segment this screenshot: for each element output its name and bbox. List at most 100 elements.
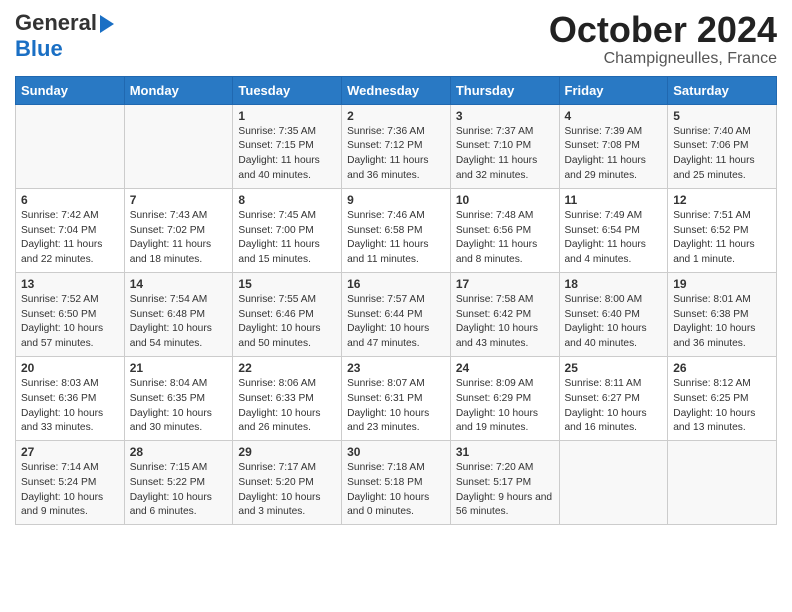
calendar-cell: 13Sunrise: 7:52 AM Sunset: 6:50 PM Dayli… (16, 272, 125, 356)
day-number: 19 (673, 277, 771, 291)
location-text: Champigneulles, France (549, 50, 777, 68)
day-number: 22 (238, 361, 336, 375)
day-number: 13 (21, 277, 119, 291)
day-of-week-header: Wednesday (342, 76, 451, 104)
day-number: 17 (456, 277, 554, 291)
calendar-week-row: 20 Sunrise: 8:03 AM Sunset: 6:36 PM Dayli… (16, 356, 777, 440)
cell-content: Sunrise: 7:58 AM Sunset: 6:42 PM Dayligh… (456, 293, 554, 352)
day-of-week-header: Thursday (450, 76, 559, 104)
cell-content: Sunrise: 7:54 AM Sunset: 6:48 PM Dayligh… (130, 293, 228, 352)
day-number: 29 (238, 445, 336, 459)
day-number: 5 (673, 109, 771, 123)
day-number: 30 (347, 445, 445, 459)
calendar-cell: 14 Sunrise: 7:54 AM Sunset: 6:48 PM Dayli… (124, 272, 233, 356)
cell-content: Sunrise: 7:39 AM Sunset: 7:08 PM Dayligh… (565, 125, 663, 184)
cell-content: Sunrise: 7:37 AM Sunset: 7:10 PM Dayligh… (456, 125, 554, 184)
day-of-week-header: Tuesday (233, 76, 342, 104)
calendar-title-block: October 2024 Champigneulles, France (549, 10, 777, 68)
calendar-cell: 1 Sunrise: 7:35 AM Sunset: 7:15 PM Daylig… (233, 104, 342, 188)
cell-content: Sunrise: 7:17 AM Sunset: 5:20 PM Dayligh… (238, 461, 336, 520)
cell-content: Sunrise: 8:07 AM Sunset: 6:31 PM Dayligh… (347, 377, 445, 436)
logo: General Blue (15, 10, 114, 62)
day-number: 7 (130, 193, 228, 207)
cell-content: Sunrise: 7:15 AM Sunset: 5:22 PM Dayligh… (130, 461, 228, 520)
day-number: 18 (565, 277, 663, 291)
day-number: 16 (347, 277, 445, 291)
cell-content: Sunrise: 7:36 AM Sunset: 7:12 PM Dayligh… (347, 125, 445, 184)
calendar-cell: 3 Sunrise: 7:37 AM Sunset: 7:10 PM Daylig… (450, 104, 559, 188)
calendar-week-row: 6 Sunrise: 7:42 AM Sunset: 7:04 PM Daylig… (16, 188, 777, 272)
calendar-cell: 26 Sunrise: 8:12 AM Sunset: 6:25 PM Dayli… (668, 356, 777, 440)
calendar-week-row: 1 Sunrise: 7:35 AM Sunset: 7:15 PM Daylig… (16, 104, 777, 188)
day-of-week-header: Monday (124, 76, 233, 104)
calendar-cell: 25 Sunrise: 8:11 AM Sunset: 6:27 PM Dayli… (559, 356, 668, 440)
day-number: 8 (238, 193, 336, 207)
calendar-cell (124, 104, 233, 188)
day-number: 24 (456, 361, 554, 375)
day-of-week-header: Sunday (16, 76, 125, 104)
cell-content: Sunrise: 8:03 AM Sunset: 6:36 PM Dayligh… (21, 377, 119, 436)
day-number: 6 (21, 193, 119, 207)
day-number: 26 (673, 361, 771, 375)
day-number: 2 (347, 109, 445, 123)
calendar-week-row: 27Sunrise: 7:14 AM Sunset: 5:24 PM Dayli… (16, 441, 777, 525)
logo-arrow-icon (100, 15, 114, 33)
calendar-cell: 31 Sunrise: 7:20 AM Sunset: 5:17 PM Dayli… (450, 441, 559, 525)
calendar-cell: 2 Sunrise: 7:36 AM Sunset: 7:12 PM Daylig… (342, 104, 451, 188)
calendar-cell: 24Sunrise: 8:09 AM Sunset: 6:29 PM Dayli… (450, 356, 559, 440)
calendar-cell: 17 Sunrise: 7:58 AM Sunset: 6:42 PM Dayli… (450, 272, 559, 356)
calendar-cell: 7 Sunrise: 7:43 AM Sunset: 7:02 PM Daylig… (124, 188, 233, 272)
calendar-week-row: 13Sunrise: 7:52 AM Sunset: 6:50 PM Dayli… (16, 272, 777, 356)
day-number: 31 (456, 445, 554, 459)
cell-content: Sunrise: 7:45 AM Sunset: 7:00 PM Dayligh… (238, 209, 336, 268)
calendar-cell: 11 Sunrise: 7:49 AM Sunset: 6:54 PM Dayli… (559, 188, 668, 272)
day-number: 10 (456, 193, 554, 207)
day-number: 1 (238, 109, 336, 123)
day-number: 9 (347, 193, 445, 207)
cell-content: Sunrise: 7:43 AM Sunset: 7:02 PM Dayligh… (130, 209, 228, 268)
cell-content: Sunrise: 8:00 AM Sunset: 6:40 PM Dayligh… (565, 293, 663, 352)
calendar-cell: 19 Sunrise: 8:01 AM Sunset: 6:38 PM Dayli… (668, 272, 777, 356)
calendar-cell: 27Sunrise: 7:14 AM Sunset: 5:24 PM Dayli… (16, 441, 125, 525)
logo-general-text: General (15, 10, 97, 36)
calendar-cell: 5 Sunrise: 7:40 AM Sunset: 7:06 PM Daylig… (668, 104, 777, 188)
calendar-cell: 6 Sunrise: 7:42 AM Sunset: 7:04 PM Daylig… (16, 188, 125, 272)
day-number: 14 (130, 277, 228, 291)
calendar-header-row: SundayMondayTuesdayWednesdayThursdayFrid… (16, 76, 777, 104)
calendar-cell (668, 441, 777, 525)
calendar-cell: 10 Sunrise: 7:48 AM Sunset: 6:56 PM Dayli… (450, 188, 559, 272)
calendar-cell: 29 Sunrise: 7:17 AM Sunset: 5:20 PM Dayli… (233, 441, 342, 525)
cell-content: Sunrise: 7:35 AM Sunset: 7:15 PM Dayligh… (238, 125, 336, 184)
calendar-cell: 16 Sunrise: 7:57 AM Sunset: 6:44 PM Dayli… (342, 272, 451, 356)
cell-content: Sunrise: 7:18 AM Sunset: 5:18 PM Dayligh… (347, 461, 445, 520)
day-number: 3 (456, 109, 554, 123)
calendar-cell: 20 Sunrise: 8:03 AM Sunset: 6:36 PM Dayli… (16, 356, 125, 440)
cell-content: Sunrise: 8:06 AM Sunset: 6:33 PM Dayligh… (238, 377, 336, 436)
cell-content: Sunrise: 7:48 AM Sunset: 6:56 PM Dayligh… (456, 209, 554, 268)
calendar-cell: 28Sunrise: 7:15 AM Sunset: 5:22 PM Dayli… (124, 441, 233, 525)
calendar-cell (16, 104, 125, 188)
cell-content: Sunrise: 8:11 AM Sunset: 6:27 PM Dayligh… (565, 377, 663, 436)
day-number: 25 (565, 361, 663, 375)
day-number: 12 (673, 193, 771, 207)
day-of-week-header: Friday (559, 76, 668, 104)
month-title: October 2024 (549, 10, 777, 50)
calendar-cell: 21Sunrise: 8:04 AM Sunset: 6:35 PM Dayli… (124, 356, 233, 440)
calendar-cell: 12 Sunrise: 7:51 AM Sunset: 6:52 PM Dayli… (668, 188, 777, 272)
day-number: 21 (130, 361, 228, 375)
cell-content: Sunrise: 7:51 AM Sunset: 6:52 PM Dayligh… (673, 209, 771, 268)
page-header: General Blue October 2024 Champigneulles… (15, 10, 777, 68)
day-number: 11 (565, 193, 663, 207)
calendar-table: SundayMondayTuesdayWednesdayThursdayFrid… (15, 76, 777, 526)
cell-content: Sunrise: 8:12 AM Sunset: 6:25 PM Dayligh… (673, 377, 771, 436)
cell-content: Sunrise: 7:49 AM Sunset: 6:54 PM Dayligh… (565, 209, 663, 268)
day-number: 23 (347, 361, 445, 375)
day-number: 20 (21, 361, 119, 375)
day-of-week-header: Saturday (668, 76, 777, 104)
cell-content: Sunrise: 7:20 AM Sunset: 5:17 PM Dayligh… (456, 461, 554, 520)
cell-content: Sunrise: 7:57 AM Sunset: 6:44 PM Dayligh… (347, 293, 445, 352)
cell-content: Sunrise: 7:40 AM Sunset: 7:06 PM Dayligh… (673, 125, 771, 184)
cell-content: Sunrise: 8:01 AM Sunset: 6:38 PM Dayligh… (673, 293, 771, 352)
calendar-cell: 18 Sunrise: 8:00 AM Sunset: 6:40 PM Dayli… (559, 272, 668, 356)
cell-content: Sunrise: 7:42 AM Sunset: 7:04 PM Dayligh… (21, 209, 119, 268)
